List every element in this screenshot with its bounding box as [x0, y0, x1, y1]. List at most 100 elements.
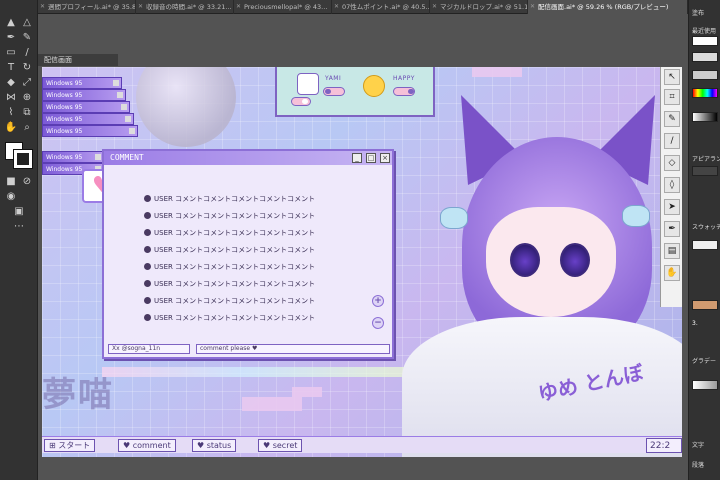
document-tab-active[interactable]: ✕ 配信画面.ai* @ 59.26 % (RGB/プレビュー) — [528, 0, 688, 14]
eyedropper-tool-icon[interactable]: ⌇ — [4, 106, 18, 120]
swatch-grid[interactable] — [692, 240, 718, 250]
hand-tool-icon[interactable]: ✋ — [4, 121, 18, 135]
appearance-row[interactable] — [692, 166, 718, 176]
maximize-button[interactable]: □ — [366, 153, 376, 163]
shape-builder-tool-icon[interactable]: ⊕ — [20, 91, 34, 105]
eraser-tool-icon[interactable]: ◆ — [4, 76, 18, 90]
color-swatches[interactable] — [692, 52, 718, 62]
scroll-down-button[interactable]: − — [372, 317, 384, 329]
color-guide[interactable] — [692, 70, 718, 80]
panel-label: スウォッチ — [692, 224, 720, 231]
artboard-tab[interactable]: 配信画面 — [38, 54, 118, 66]
drop-icon[interactable]: ◊ — [664, 177, 680, 193]
user-dot-icon — [144, 314, 151, 321]
stroke-color-swatch[interactable] — [13, 149, 33, 169]
comment-window: COMMENT _ □ × USER コメントコメントコメントコメントコメント … — [102, 149, 394, 359]
comment-row: USER コメントコメントコメントコメントコメント — [144, 210, 315, 222]
hand-icon[interactable]: ✋ — [664, 265, 680, 281]
tools-panel: ▲ △ ✒ ✎ ▭ / T ↻ ◆ ⤢ ⋈ ⊕ ⌇ ⧉ ✋ ⌕ ■ ⊘ ◉ ▣ … — [0, 0, 38, 480]
rectangle-tool-icon[interactable]: ▭ — [4, 46, 18, 60]
yami-label: YAMI — [325, 75, 342, 82]
secret-task-button[interactable]: ♥ secret — [258, 439, 303, 452]
user-dot-icon — [144, 195, 151, 202]
comment-titlebar[interactable]: COMMENT _ □ × — [104, 151, 392, 165]
grayscale-ramp[interactable] — [692, 112, 718, 122]
scale-tool-icon[interactable]: ⤢ — [20, 76, 34, 90]
close-tab-icon[interactable]: ✕ — [432, 0, 437, 14]
comment-row: USER コメントコメントコメントコメントコメント — [144, 193, 315, 205]
win95-titlebar: Windows 95 — [42, 113, 134, 125]
width-tool-icon[interactable]: ⋈ — [4, 91, 18, 105]
recent-colors[interactable] — [692, 36, 718, 46]
document-tab-bar: ✕週間プロフィール.ai* @ 35.87... ✕収録音の時間.ai* @ 3… — [38, 0, 688, 14]
pixel-cloud — [472, 67, 522, 77]
canvas-side-toolstrip: ↖ ⌗ ✎ / ◇ ◊ ➤ ✒ ▤ ✋ — [660, 67, 682, 307]
panel-label: グラデー — [692, 358, 717, 365]
document-tab[interactable]: ✕ Preciousmellopal* @ 43... — [234, 0, 332, 14]
user-dot-icon — [144, 263, 151, 270]
document-tab[interactable]: ✕週間プロフィール.ai* @ 35.87... — [38, 0, 136, 14]
panel-label: 塗布 — [692, 10, 705, 17]
footer-handle: Xx @sogna_11n — [108, 344, 190, 354]
close-tab-icon[interactable]: ✕ — [138, 0, 143, 14]
user-dot-icon — [144, 280, 151, 287]
eraser-icon[interactable]: ◇ — [664, 155, 680, 171]
dice-icon — [297, 73, 319, 95]
swatch-grid[interactable] — [692, 300, 718, 310]
crop-icon[interactable]: ⌗ — [664, 89, 680, 105]
happy-label: HAPPY — [393, 75, 415, 82]
user-dot-icon — [144, 229, 151, 236]
direct-selection-tool-icon[interactable]: △ — [20, 16, 34, 30]
character-eye-left — [510, 243, 540, 277]
brush-icon[interactable]: / — [664, 133, 680, 149]
color-mode-icon[interactable]: ■ — [4, 175, 18, 189]
layer-icon[interactable]: ▤ — [664, 243, 680, 259]
panel-label: 最近使用 — [692, 28, 717, 35]
pen-tool-icon[interactable]: ✒ — [4, 31, 18, 45]
arrow-icon[interactable]: ➤ — [664, 199, 680, 215]
comment-row: USER コメントコメントコメントコメントコメント — [144, 261, 315, 273]
win95-titlebar: Windows 95 — [42, 77, 122, 89]
status-task-button[interactable]: ♥ status — [192, 439, 237, 452]
document-tab[interactable]: ✕ 07性ムポイント.ai* @ 40.5... — [332, 0, 430, 14]
mood-toggle-panel: YAMI HAPPY — [275, 67, 435, 117]
screen-mode-icon[interactable]: ▣ — [12, 205, 26, 219]
color-spectrum[interactable] — [692, 88, 718, 98]
selection-tool-icon[interactable]: ▲ — [4, 16, 18, 30]
close-tab-icon[interactable]: ✕ — [334, 0, 339, 14]
character-face — [486, 207, 616, 317]
scroll-up-button[interactable]: + — [372, 295, 384, 307]
gradient-preview[interactable] — [692, 380, 718, 390]
artboard-canvas[interactable]: Windows 95 Windows 95 Windows 95 Windows… — [42, 67, 682, 457]
stroke-weight-value[interactable]: 3. — [692, 320, 698, 327]
clock: 22:2 — [646, 438, 682, 453]
draw-mode-icon[interactable]: ◉ — [4, 190, 18, 204]
blend-tool-icon[interactable]: ⧉ — [20, 106, 34, 120]
pencil-icon[interactable]: ✎ — [664, 111, 680, 127]
comment-task-button[interactable]: ♥ comment — [118, 439, 176, 452]
none-mode-icon[interactable]: ⊘ — [20, 175, 34, 189]
document-tab[interactable]: ✕マジカルドロップ.ai* @ 51.11... — [430, 0, 528, 14]
document-tab[interactable]: ✕ 収録音の時間.ai* @ 33.21... — [136, 0, 234, 14]
start-button[interactable]: ⊞ スタート — [44, 439, 96, 452]
close-tab-icon[interactable]: ✕ — [530, 0, 535, 14]
properties-panel: 塗布 最近使用 アピアランス スウォッチ 3. グラデー 文字 段落 — [688, 0, 720, 480]
select-icon[interactable]: ↖ — [664, 69, 680, 85]
zoom-tool-icon[interactable]: ⌕ — [20, 121, 34, 135]
panel-label: 文字 — [692, 442, 705, 449]
win95-titlebar: Windows 95 — [42, 151, 104, 163]
pen-icon[interactable]: ✒ — [664, 221, 680, 237]
paintbrush-tool-icon[interactable]: / — [20, 46, 34, 60]
happy-face-icon — [363, 75, 385, 97]
panel-label: 段落 — [692, 462, 705, 469]
close-tab-icon[interactable]: ✕ — [236, 0, 241, 14]
close-tab-icon[interactable]: ✕ — [40, 0, 45, 14]
more-tools-icon[interactable]: ⋯ — [12, 220, 26, 234]
curvature-tool-icon[interactable]: ✎ — [20, 31, 34, 45]
type-tool-icon[interactable]: T — [4, 61, 18, 75]
yami-toggle[interactable] — [323, 87, 345, 96]
happy-toggle[interactable] — [393, 87, 415, 96]
minimize-button[interactable]: _ — [352, 153, 362, 163]
rotate-tool-icon[interactable]: ↻ — [20, 61, 34, 75]
close-button[interactable]: × — [380, 153, 390, 163]
